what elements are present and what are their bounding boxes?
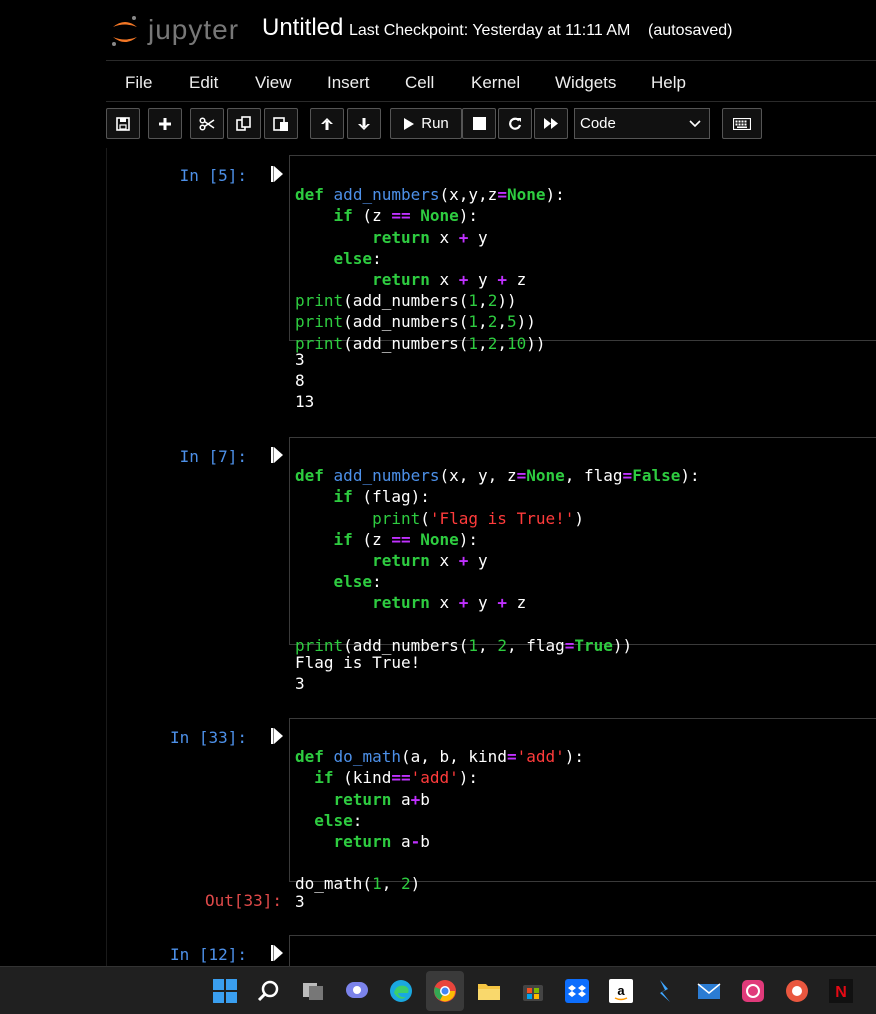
windows-start-icon[interactable] (212, 978, 238, 1004)
cell-3-prompt: In [33]: (169, 728, 247, 747)
cell-type-value: Code (580, 115, 616, 132)
app-icon[interactable] (784, 978, 810, 1004)
cell-3-output: 3 (295, 891, 305, 912)
move-down-button[interactable] (347, 108, 381, 139)
search-icon[interactable] (256, 978, 282, 1004)
menu-kernel[interactable]: Kernel (471, 73, 520, 93)
output-line: 3 (295, 674, 305, 694)
arrow-down-icon (358, 117, 370, 130)
mail-icon[interactable] (696, 978, 722, 1004)
save-button[interactable] (106, 108, 140, 139)
svg-text:a: a (617, 983, 625, 998)
task-view-icon[interactable] (300, 978, 326, 1004)
run-button[interactable]: Run (390, 108, 462, 139)
cell-4-prompt: In [12]: (169, 945, 247, 964)
menu-help[interactable]: Help (651, 73, 686, 93)
cell-3-out-prompt: Out[33]: (204, 891, 282, 910)
amazon-icon[interactable]: a (608, 978, 634, 1004)
header: jupyter Untitled Last Checkpoint: Yester… (0, 0, 876, 148)
fast-forward-icon (544, 118, 558, 129)
keyboard-icon (733, 117, 751, 130)
cell-3-code[interactable]: def do_math(a, b, kind='add'): if (kind=… (295, 725, 584, 937)
cell-1-output: 3 8 13 (295, 349, 314, 413)
run-cell-icon[interactable] (271, 945, 283, 961)
checkpoint-status: Last Checkpoint: Yesterday at 11:11 AM (349, 22, 631, 39)
cut-button[interactable] (190, 108, 224, 139)
restart-run-all-button[interactable] (534, 108, 568, 139)
paste-icon (273, 116, 288, 131)
logo-text: jupyter (148, 14, 240, 45)
interrupt-button[interactable] (462, 108, 496, 139)
cell-1-code[interactable]: def add_numbers(x,y,z=None): if (z == No… (295, 163, 565, 396)
paste-button[interactable] (264, 108, 298, 139)
copy-icon (236, 115, 251, 131)
menu-file[interactable]: File (125, 73, 152, 93)
jupyter-logo-icon (112, 16, 137, 46)
chrome-icon[interactable] (432, 978, 458, 1004)
store-icon[interactable] (520, 978, 546, 1004)
output-line: Flag is True! (295, 653, 421, 672)
command-palette-button[interactable] (722, 108, 762, 139)
stop-icon (472, 117, 486, 130)
menu-cell[interactable]: Cell (405, 73, 434, 93)
autosave-status: (autosaved) (648, 22, 733, 39)
chevron-down-icon (689, 119, 701, 127)
cell-2-output: Flag is True! 3 (295, 652, 420, 694)
menubar: File Edit View Insert Cell Kernel Widget… (106, 60, 876, 102)
output-line: 3 (295, 892, 305, 911)
run-cell-icon[interactable] (271, 166, 283, 182)
notebook-area: In [5]: def add_numbers(x,y,z=None): if … (106, 148, 876, 984)
run-cell-icon[interactable] (271, 728, 283, 744)
menu-widgets[interactable]: Widgets (555, 73, 616, 93)
restart-icon (509, 117, 522, 130)
netflix-icon[interactable]: N (828, 978, 854, 1004)
edge-icon[interactable] (388, 978, 414, 1004)
insert-cell-button[interactable] (148, 108, 182, 139)
cell-2-prompt: In [7]: (179, 447, 247, 466)
file-explorer-icon[interactable] (476, 978, 502, 1004)
output-line: 3 (295, 350, 305, 369)
save-icon (116, 116, 130, 131)
cell-type-select[interactable]: Code (574, 108, 710, 139)
move-up-button[interactable] (310, 108, 344, 139)
toolbar: Run Code (106, 108, 876, 140)
run-label: Run (421, 115, 449, 132)
menu-view[interactable]: View (255, 73, 292, 93)
taskbar: a N (0, 966, 876, 1014)
notebook-title[interactable]: Untitled (262, 14, 343, 42)
svg-text:N: N (835, 984, 847, 1001)
arrow-up-icon (321, 117, 333, 130)
play-icon (404, 117, 415, 130)
scissors-icon (199, 116, 215, 131)
dropbox-icon[interactable] (564, 978, 590, 1004)
visual-studio-icon[interactable] (652, 978, 678, 1004)
copy-button[interactable] (227, 108, 261, 139)
menu-edit[interactable]: Edit (189, 73, 218, 93)
photos-icon[interactable] (740, 978, 766, 1004)
output-line: 13 (295, 392, 315, 412)
output-line: 8 (295, 371, 305, 391)
restart-button[interactable] (498, 108, 532, 139)
plus-icon (159, 117, 171, 130)
cell-1-prompt: In [5]: (179, 166, 247, 185)
chat-icon[interactable] (344, 978, 370, 1004)
menu-insert[interactable]: Insert (327, 73, 370, 93)
run-cell-icon[interactable] (271, 447, 283, 463)
